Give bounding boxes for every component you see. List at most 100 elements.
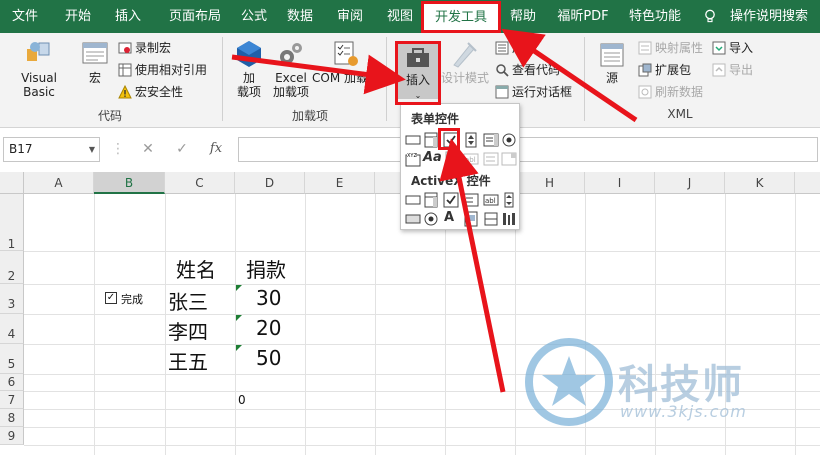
cell-c5-name[interactable]: 王五 — [168, 346, 208, 375]
visual-basic-button[interactable]: Visual Basic — [4, 39, 74, 99]
xml-import-button[interactable]: 导入 — [712, 39, 753, 57]
xml-source-button[interactable]: 源 — [594, 41, 630, 85]
more-controls-icon[interactable] — [501, 211, 517, 227]
tab-review[interactable]: 审阅 — [330, 0, 370, 33]
refresh-data-button[interactable]: 刷新数据 — [638, 83, 703, 101]
tab-page-layout[interactable]: 页面布局 — [160, 0, 230, 33]
use-relative-references-button[interactable]: 使用相对引用 — [118, 61, 207, 79]
xml-export-button[interactable]: 导出 — [712, 61, 753, 79]
com-addins-button[interactable]: COM 加载项 — [312, 39, 380, 85]
select-all-corner[interactable] — [0, 172, 24, 194]
cell-c2-name-header[interactable]: 姓名 — [176, 254, 216, 283]
chevron-down-icon[interactable]: ▼ — [89, 138, 95, 161]
properties-button[interactable]: 属性 — [495, 39, 536, 57]
excel-addins-button[interactable]: Excel 加载项 — [270, 39, 312, 99]
cell-d5-amount[interactable]: 50 — [256, 346, 281, 370]
tab-insert[interactable]: 插入 — [108, 0, 148, 33]
cell-c4-name[interactable]: 李四 — [168, 316, 208, 345]
form-checkbox[interactable]: ✓ — [105, 292, 117, 304]
activex-image-icon[interactable] — [463, 211, 479, 227]
list-box-control-icon[interactable] — [483, 132, 499, 148]
column-header-h[interactable]: H — [515, 172, 585, 194]
watermark-url: www.3kjs.com — [620, 402, 747, 421]
row-header-7[interactable]: 7 — [0, 391, 24, 409]
formula-input[interactable] — [238, 137, 818, 162]
record-macro-button[interactable]: 录制宏 — [118, 39, 171, 57]
row-header-1[interactable]: 1 — [0, 194, 24, 251]
group-box-control-icon[interactable]: XYZ — [405, 151, 421, 167]
activex-spin-button-icon[interactable] — [483, 211, 499, 227]
row-header-3[interactable]: 3 — [0, 284, 24, 314]
view-code-button[interactable]: 查看代码 — [495, 61, 560, 79]
group-separator — [222, 37, 223, 121]
tab-data[interactable]: 数据 — [280, 0, 320, 33]
column-header-next[interactable] — [795, 172, 820, 194]
column-header-d[interactable]: D — [235, 172, 305, 194]
relative-reference-icon — [118, 63, 132, 77]
macro-security-button[interactable]: 宏安全性 — [118, 83, 183, 101]
expansion-packs-icon — [638, 63, 652, 77]
row-header-4[interactable]: 4 — [0, 314, 24, 344]
excel-addins-label-line1: Excel — [275, 71, 307, 85]
row-header-6[interactable]: 6 — [0, 374, 24, 391]
map-properties-button[interactable]: 映射属性 — [638, 39, 703, 57]
option-button-control-icon[interactable] — [501, 132, 517, 148]
name-box[interactable]: B17 ▼ — [3, 137, 100, 162]
column-header-b[interactable]: B — [94, 172, 165, 194]
activex-text-box-icon[interactable]: abl — [483, 192, 499, 208]
tab-home[interactable]: 开始 — [58, 0, 98, 33]
combo-box-control-icon[interactable] — [423, 132, 439, 148]
row-header-2[interactable]: 2 — [0, 251, 24, 284]
tab-foxit-pdf[interactable]: 福昕PDF — [553, 0, 613, 33]
activex-toggle-button-icon[interactable] — [405, 211, 421, 227]
enter-icon[interactable]: ✓ — [172, 139, 192, 159]
column-header-a[interactable]: A — [24, 172, 94, 194]
activex-list-box-icon[interactable] — [463, 192, 479, 208]
tab-help[interactable]: 帮助 — [503, 0, 543, 33]
column-header-c[interactable]: C — [165, 172, 235, 194]
activex-checkbox-icon[interactable] — [443, 192, 459, 208]
run-dialog-button[interactable]: 运行对话框 — [495, 83, 572, 101]
design-mode-button[interactable]: 设计模式 — [440, 39, 490, 85]
column-header-i[interactable]: I — [585, 172, 655, 194]
activex-combo-box-icon[interactable] — [423, 192, 439, 208]
tell-me-search[interactable]: 操作说明搜索 — [724, 0, 814, 33]
cell-d3-amount[interactable]: 30 — [256, 286, 281, 310]
tab-file[interactable]: 文件 — [8, 0, 42, 33]
activex-command-button-icon[interactable] — [405, 192, 421, 208]
cell-c3-name[interactable]: 张三 — [168, 286, 208, 315]
row-header-9[interactable]: 9 — [0, 427, 24, 445]
ribbon-tab-bar: 文件 开始 插入 页面布局 公式 数据 审阅 视图 开发工具 帮助 福昕PDF … — [0, 0, 820, 33]
column-header-j[interactable]: J — [655, 172, 725, 194]
expansion-packs-button[interactable]: 扩展包 — [638, 61, 691, 79]
row-header-5[interactable]: 5 — [0, 344, 24, 374]
combo-dropdown-edit-control-icon[interactable] — [501, 151, 517, 167]
highlight-insert-button — [395, 41, 441, 105]
xml-export-label: 导出 — [729, 63, 754, 77]
text-field-control-icon[interactable]: abl — [463, 151, 479, 167]
cell-d4-amount[interactable]: 20 — [256, 316, 281, 340]
activex-label-icon[interactable]: A — [444, 210, 460, 226]
tab-view[interactable]: 视图 — [380, 0, 420, 33]
tab-special-features[interactable]: 特色功能 — [624, 0, 686, 33]
cell-d7-value[interactable]: 0 — [238, 393, 246, 407]
cancel-icon[interactable]: ✕ — [138, 139, 158, 159]
spin-button-control-icon[interactable] — [463, 132, 479, 148]
more-options-icon: ⋮ — [111, 141, 125, 157]
refresh-icon — [638, 85, 652, 99]
activex-option-button-icon[interactable] — [423, 211, 439, 227]
column-header-e[interactable]: E — [305, 172, 375, 194]
insert-function-icon[interactable]: fx — [206, 139, 226, 159]
tab-formulas[interactable]: 公式 — [234, 0, 274, 33]
activex-scroll-bar-icon[interactable] — [501, 192, 517, 208]
scroll-bar-control-icon[interactable] — [443, 151, 459, 167]
row-header-8[interactable]: 8 — [0, 409, 24, 427]
addins-button[interactable]: 加 载项 — [228, 39, 270, 99]
label-control-icon[interactable]: Aa — [423, 150, 442, 166]
checkbox-label[interactable]: 完成 — [121, 291, 143, 307]
column-header-k[interactable]: K — [725, 172, 795, 194]
cell-d2-amount-header[interactable]: 捐款 — [246, 254, 286, 283]
combo-list-edit-control-icon[interactable] — [483, 151, 499, 167]
button-control-icon[interactable] — [405, 132, 421, 148]
macros-button[interactable]: 宏 — [78, 39, 112, 85]
